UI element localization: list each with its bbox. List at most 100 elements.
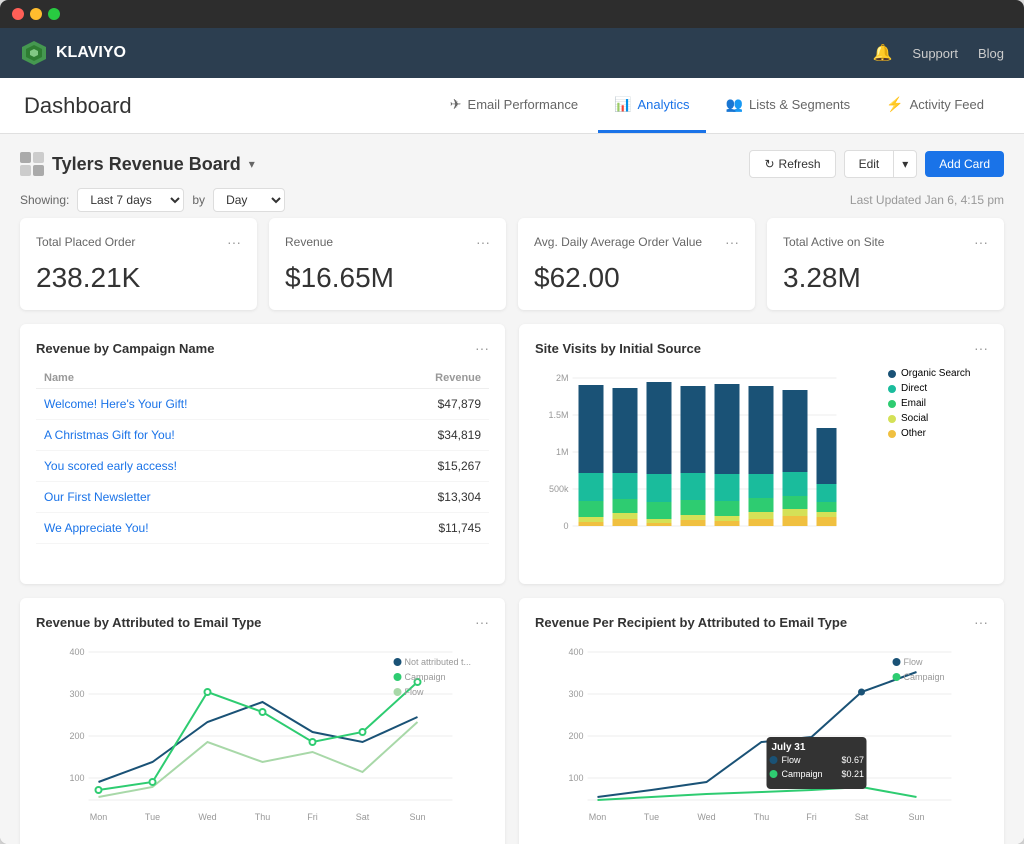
board-dropdown[interactable]: ▾ [249,157,255,171]
svg-text:Flow: Flow [904,657,924,667]
last-updated: Last Updated Jan 6, 4:15 pm [850,193,1004,207]
stat-menu-3[interactable]: ··· [974,234,988,250]
campaign-menu[interactable]: ··· [475,340,489,356]
stat-value-2: $62.00 [534,262,739,294]
legend-other: Other [888,428,988,439]
campaign-revenue-card: Revenue by Campaign Name ··· Name Revenu… [20,324,505,584]
board-header: Tylers Revenue Board ▾ ↻ Refresh Edit ▾ … [20,150,1004,178]
edit-button[interactable]: Edit [844,150,894,178]
showing-select[interactable]: Last 7 days Last 30 days Last 90 days [77,188,184,212]
edit-button-group: Edit ▾ [844,150,918,178]
col-name: Name [36,368,362,389]
svg-text:Fri: Fri [806,812,817,822]
stat-menu-1[interactable]: ··· [476,234,490,250]
page-title: Dashboard [24,93,132,119]
tab-analytics[interactable]: 📊 Analytics [598,78,705,133]
stat-title-1: Revenue [285,235,333,249]
refresh-button[interactable]: ↻ Refresh [749,150,835,178]
site-visits-title: Site Visits by Initial Source [535,341,701,356]
campaign-link[interactable]: Welcome! Here's Your Gift! [44,397,187,411]
nav-tabs: ✈ Email Performance 📊 Analytics 👥 Lists … [434,78,1000,133]
stat-menu-0[interactable]: ··· [227,234,241,250]
by-select[interactable]: Day Week Month [213,188,285,212]
stat-title-3: Total Active on Site [783,235,884,249]
campaign-link[interactable]: Our First Newsletter [44,490,151,504]
close-button[interactable] [12,8,24,20]
svg-text:Sun: Sun [409,812,425,822]
campaign-revenue: $11,745 [362,513,489,544]
email-type-title: Revenue by Attributed to Email Type [36,615,261,630]
add-card-button[interactable]: Add Card [925,151,1004,177]
revenue-recipient-menu[interactable]: ··· [974,614,988,630]
svg-text:Tue: Tue [145,812,160,822]
legend-other-label: Other [901,428,926,439]
maximize-button[interactable] [48,8,60,20]
svg-text:1M: 1M [556,447,569,457]
table-row: Our First Newsletter $13,304 [36,482,489,513]
svg-text:1.5M: 1.5M [548,410,568,420]
stat-card-2: Avg. Daily Average Order Value ··· $62.0… [518,218,755,310]
svg-text:Tue: Tue [644,812,659,822]
tab-activity-feed[interactable]: ⚡ Activity Feed [870,78,1000,133]
revenue-recipient-card: Revenue Per Recipient by Attributed to E… [519,598,1004,844]
campaign-chart-title: Revenue by Campaign Name [36,341,214,356]
stat-title-0: Total Placed Order [36,235,135,249]
navbar-right: 🔔 Support Blog [873,43,1005,63]
window-controls [12,8,60,20]
revenue-recipient-chart: 400 300 200 100 July 31 Flow $0.67 [535,642,988,842]
stat-value-1: $16.65M [285,262,490,294]
showing-row: Showing: Last 7 days Last 30 days Last 9… [20,188,1004,212]
refresh-icon: ↻ [764,157,774,171]
svg-text:400: 400 [568,647,583,657]
table-row: Welcome! Here's Your Gift! $47,879 [36,389,489,420]
svg-text:Campaign: Campaign [782,769,823,779]
board-actions: ↻ Refresh Edit ▾ Add Card [749,150,1004,178]
charts-middle-row: Revenue by Campaign Name ··· Name Revenu… [20,324,1004,584]
board-icon [20,152,44,176]
svg-text:400: 400 [69,647,84,657]
svg-text:300: 300 [568,689,583,699]
analytics-icon: 📊 [614,96,631,113]
campaign-link[interactable]: You scored early access! [44,459,177,473]
table-row: We Appreciate You! $11,745 [36,513,489,544]
bar-chart-container: 2M 1.5M 1M 500k 0 [535,368,988,568]
legend-organic: Organic Search [888,368,988,379]
campaign-revenue: $34,819 [362,420,489,451]
tab-lists-segments[interactable]: 👥 Lists & Segments [710,78,867,133]
tab-email-performance[interactable]: ✈ Email Performance [434,78,594,133]
minimize-button[interactable] [30,8,42,20]
legend-social: Social [888,413,988,424]
email-type-menu[interactable]: ··· [475,614,489,630]
blog-link[interactable]: Blog [978,46,1004,61]
svg-text:Campaign: Campaign [904,672,945,682]
showing-label: Showing: [20,193,69,207]
campaign-link[interactable]: We Appreciate You! [44,521,149,535]
support-link[interactable]: Support [912,46,958,61]
campaign-table: Name Revenue Welcome! Here's Your Gift! … [36,368,489,544]
svg-text:Sat: Sat [855,812,869,822]
stat-menu-2[interactable]: ··· [725,234,739,250]
board-title-row: Tylers Revenue Board ▾ [20,152,255,176]
col-revenue: Revenue [362,368,489,389]
campaign-link[interactable]: A Christmas Gift for You! [44,428,175,442]
svg-text:100: 100 [69,773,84,783]
svg-text:Not attributed t...: Not attributed t... [405,657,472,667]
stat-value-3: 3.28M [783,262,988,294]
svg-text:Sun: Sun [908,812,924,822]
edit-dropdown[interactable]: ▾ [893,150,917,178]
logo-text: KLAVIYO [56,44,126,62]
site-visits-menu[interactable]: ··· [974,340,988,356]
svg-text:300: 300 [69,689,84,699]
charts-bottom-row: Revenue by Attributed to Email Type ··· … [20,598,1004,844]
svg-text:$0.21: $0.21 [842,769,865,779]
table-row: You scored early access! $15,267 [36,451,489,482]
email-type-card: Revenue by Attributed to Email Type ··· … [20,598,505,844]
svg-text:Thu: Thu [255,812,271,822]
svg-text:0: 0 [563,521,568,531]
notification-bell[interactable]: 🔔 [873,43,893,63]
svg-text:Flow: Flow [782,755,802,765]
stat-cards: Total Placed Order ··· 238.21K Revenue ·… [20,218,1004,310]
svg-text:2M: 2M [556,373,569,383]
revenue-recipient-title: Revenue Per Recipient by Attributed to E… [535,615,847,630]
stat-title-2: Avg. Daily Average Order Value [534,235,702,249]
